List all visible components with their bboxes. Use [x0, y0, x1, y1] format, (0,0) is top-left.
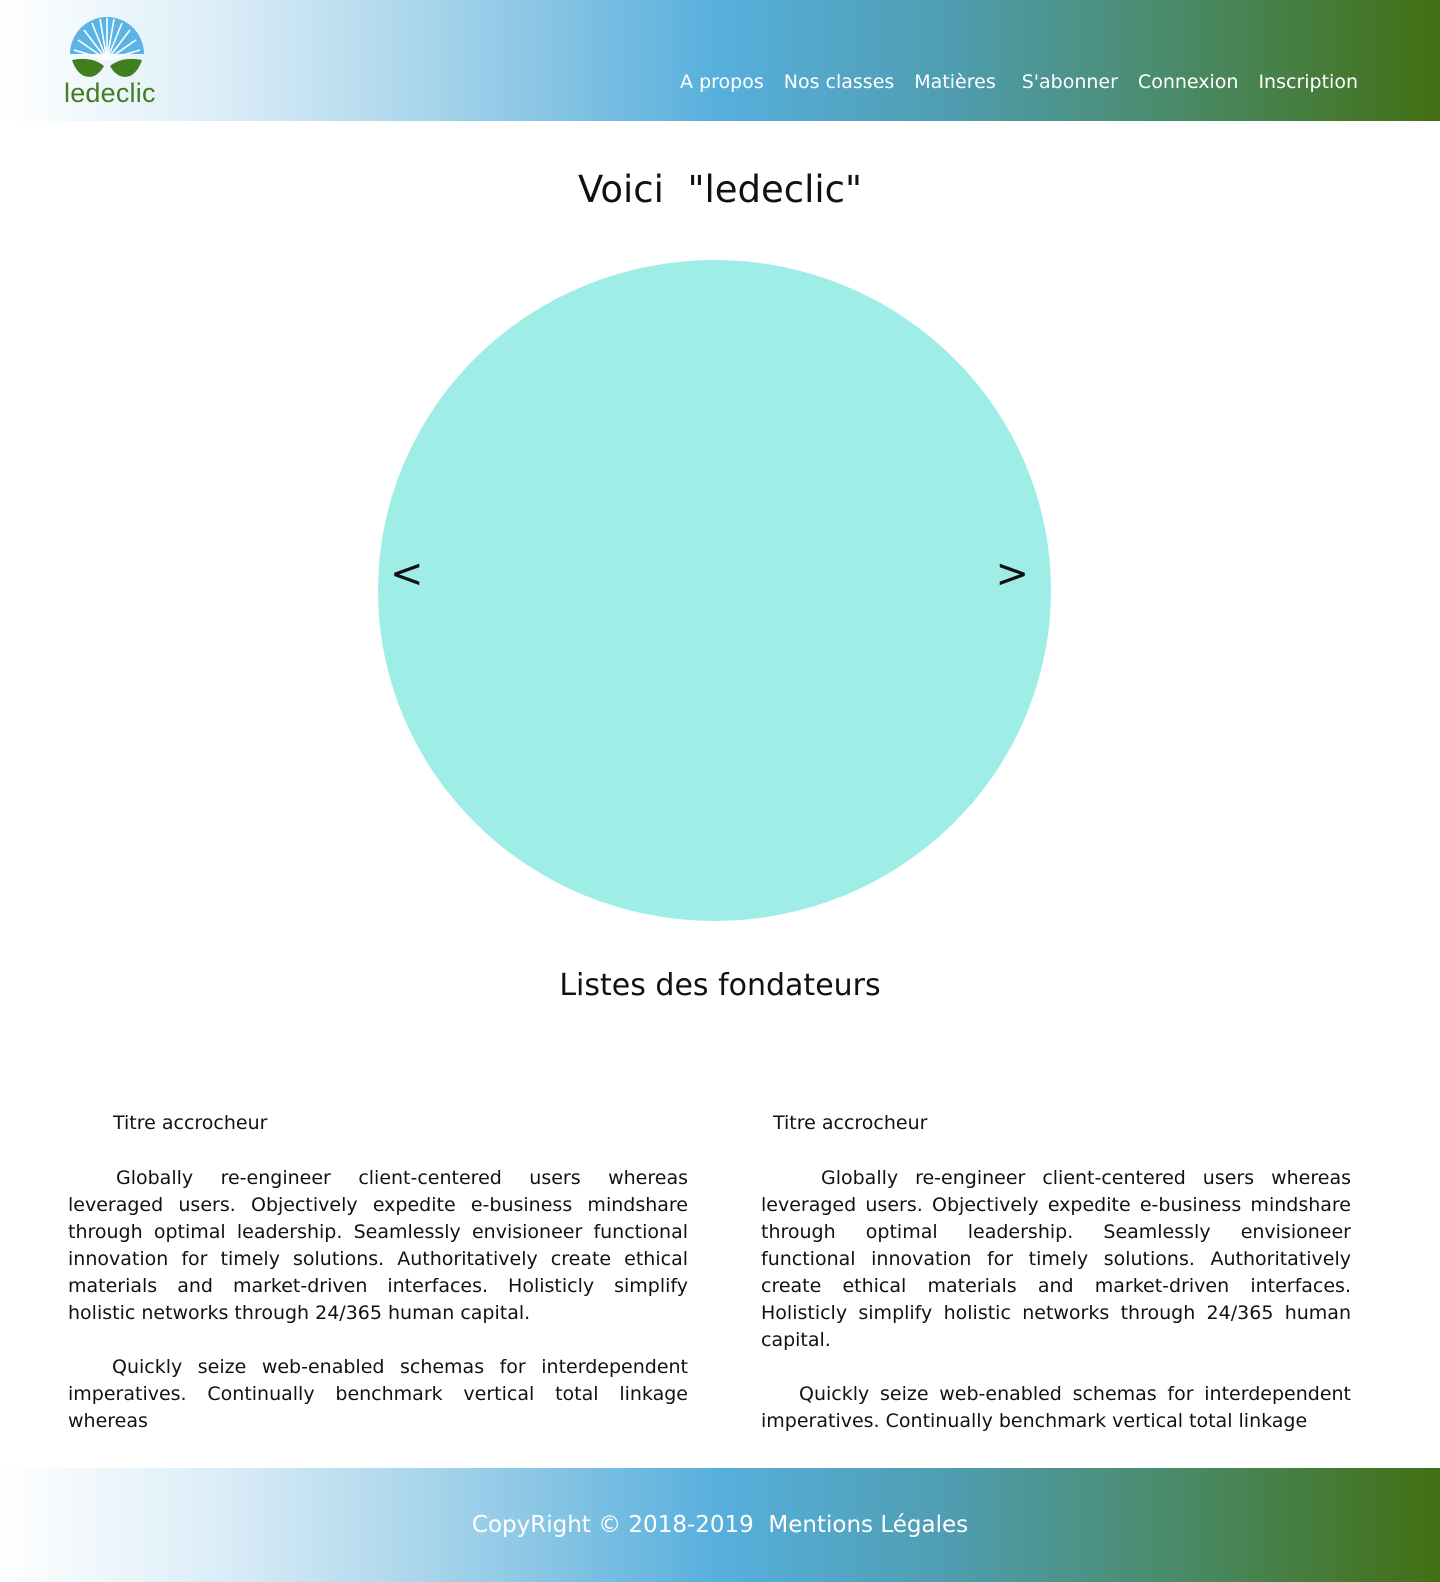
- nav-item-connexion[interactable]: Connexion: [1128, 71, 1249, 93]
- sunrise-leaves-icon: [70, 17, 144, 77]
- founder-column-right: Titre accrocheur Globally re-engineer cl…: [761, 1110, 1351, 1462]
- logo[interactable]: ledeclic: [64, 16, 164, 108]
- carousel-next-button[interactable]: >: [995, 554, 1029, 594]
- column-title: Titre accrocheur: [773, 1112, 928, 1134]
- nav-item-matieres[interactable]: Matières: [904, 71, 1011, 93]
- column-title: Titre accrocheur: [113, 1112, 268, 1134]
- founder-column-left: Titre accrocheur Globally re-engineer cl…: [68, 1110, 688, 1462]
- main-nav: A propos Nos classes Matières S'abonner …: [670, 71, 1368, 93]
- logo-text: ledeclic: [64, 78, 156, 108]
- section-title: Listes des fondateurs: [559, 968, 881, 1003]
- nav-item-inscription[interactable]: Inscription: [1248, 71, 1368, 93]
- column-paragraph: Quickly seize web-enabled schemas for in…: [761, 1383, 1351, 1432]
- column-paragraph: Globally re-engineer client-centered use…: [68, 1167, 688, 1324]
- column-paragraph: Globally re-engineer client-centered use…: [761, 1167, 1351, 1351]
- site-header: ledeclic A propos Nos classes Matières S…: [0, 0, 1440, 121]
- nav-item-nos-classes[interactable]: Nos classes: [774, 71, 905, 93]
- nav-item-s-abonner[interactable]: S'abonner: [1012, 71, 1128, 93]
- site-footer: CopyRight © 2018-2019 Mentions Légales: [0, 1468, 1440, 1582]
- image-carousel: < >: [378, 260, 1051, 921]
- column-paragraph: Quickly seize web-enabled schemas for in…: [68, 1356, 688, 1432]
- page-title: Voici "ledeclic": [577, 168, 863, 211]
- carousel-prev-button[interactable]: <: [390, 554, 424, 594]
- footer-copyright[interactable]: CopyRight © 2018-2019 Mentions Légales: [0, 1512, 1440, 1538]
- nav-item-a-propos[interactable]: A propos: [670, 71, 774, 93]
